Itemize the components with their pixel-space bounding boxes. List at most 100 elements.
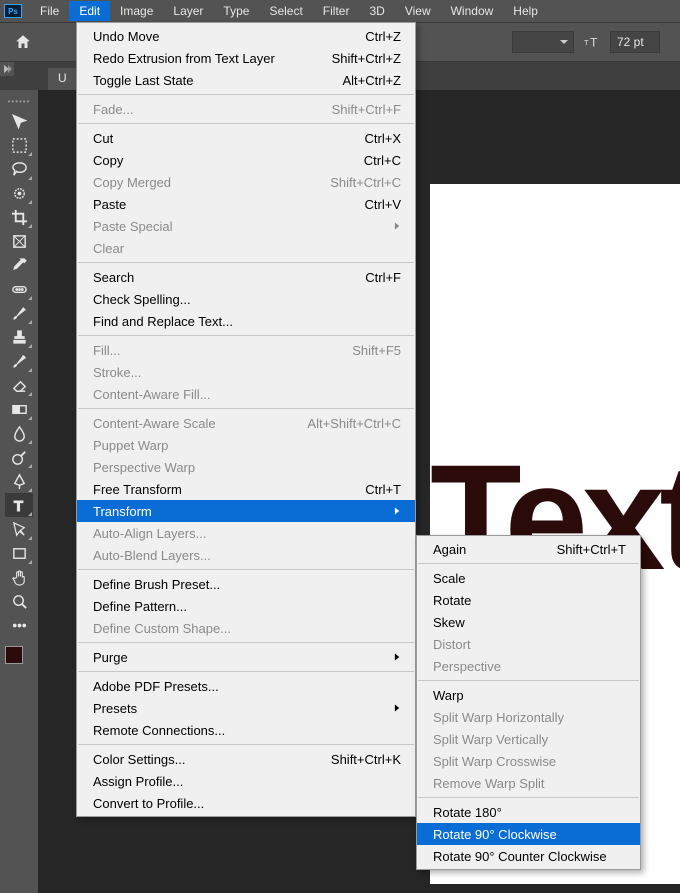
menu-3d[interactable]: 3D — [359, 1, 394, 21]
transform-warp[interactable]: Warp — [417, 684, 640, 706]
path-select-tool[interactable] — [5, 517, 33, 541]
toolbox-handle[interactable]: •••••• — [2, 96, 36, 106]
menu-edit[interactable]: Edit — [69, 1, 110, 21]
quick-select-tool[interactable] — [5, 181, 33, 205]
transform-distort: Distort — [417, 633, 640, 655]
menu-item-label: Split Warp Vertically — [433, 732, 626, 747]
rectangle-tool[interactable] — [5, 541, 33, 565]
edit-auto-align-layers: Auto-Align Layers... — [77, 522, 415, 544]
eyedropper-tool[interactable] — [5, 253, 33, 277]
dodge-tool[interactable] — [5, 445, 33, 469]
edit-define-brush-preset[interactable]: Define Brush Preset... — [77, 573, 415, 595]
menu-help[interactable]: Help — [503, 1, 548, 21]
toolbox: •••••• T — [0, 90, 38, 674]
edit-copy-merged: Copy MergedShift+Ctrl+C — [77, 171, 415, 193]
gradient-tool[interactable] — [5, 397, 33, 421]
transform-scale[interactable]: Scale — [417, 567, 640, 589]
menu-layer[interactable]: Layer — [163, 1, 213, 21]
menu-item-label: Warp — [433, 688, 626, 703]
blur-tool[interactable] — [5, 421, 33, 445]
edit-check-spelling[interactable]: Check Spelling... — [77, 288, 415, 310]
stamp-tool[interactable] — [5, 325, 33, 349]
frame-tool[interactable] — [5, 229, 33, 253]
eraser-tool[interactable] — [5, 373, 33, 397]
edit-content-aware-fill: Content-Aware Fill... — [77, 383, 415, 405]
expand-panels-toggle[interactable] — [0, 62, 14, 76]
edit-copy[interactable]: CopyCtrl+C — [77, 149, 415, 171]
edit-content-aware-scale: Content-Aware ScaleAlt+Shift+Ctrl+C — [77, 412, 415, 434]
menu-item-shortcut: Shift+Ctrl+C — [330, 175, 401, 190]
transform-again[interactable]: AgainShift+Ctrl+T — [417, 538, 640, 560]
menu-item-shortcut: Alt+Ctrl+Z — [342, 73, 401, 88]
edit-presets[interactable]: Presets — [77, 697, 415, 719]
edit-transform[interactable]: Transform — [77, 500, 415, 522]
edit-adobe-pdf-presets[interactable]: Adobe PDF Presets... — [77, 675, 415, 697]
edit-perspective-warp: Perspective Warp — [77, 456, 415, 478]
menu-item-label: Distort — [433, 637, 626, 652]
edit-fill: Fill...Shift+F5 — [77, 339, 415, 361]
edit-color-settings[interactable]: Color Settings...Shift+Ctrl+K — [77, 748, 415, 770]
edit-auto-blend-layers: Auto-Blend Layers... — [77, 544, 415, 566]
transform-skew[interactable]: Skew — [417, 611, 640, 633]
anti-alias-select[interactable] — [512, 31, 574, 53]
edit-define-custom-shape: Define Custom Shape... — [77, 617, 415, 639]
lasso-tool[interactable] — [5, 157, 33, 181]
edit-convert-to-profile[interactable]: Convert to Profile... — [77, 792, 415, 814]
transform-remove-warp-split: Remove Warp Split — [417, 772, 640, 794]
menu-filter[interactable]: Filter — [313, 1, 360, 21]
menu-item-label: Rotate 90° Clockwise — [433, 827, 626, 842]
brush-tool[interactable] — [5, 301, 33, 325]
transform-rotate-90-clockwise[interactable]: Rotate 90° Clockwise — [417, 823, 640, 845]
history-brush-tool[interactable] — [5, 349, 33, 373]
menu-image[interactable]: Image — [110, 1, 163, 21]
marquee-tool[interactable] — [5, 133, 33, 157]
menu-item-label: Fill... — [93, 343, 312, 358]
document-tab[interactable]: U — [48, 68, 77, 90]
healing-brush-tool[interactable] — [5, 277, 33, 301]
move-tool[interactable] — [5, 109, 33, 133]
crop-tool[interactable] — [5, 205, 33, 229]
transform-submenu: AgainShift+Ctrl+TScaleRotateSkewDistortP… — [416, 535, 641, 870]
menu-item-label: Perspective Warp — [93, 460, 401, 475]
edit-redo-extrusion-from-text-layer[interactable]: Redo Extrusion from Text LayerShift+Ctrl… — [77, 47, 415, 69]
edit-define-pattern[interactable]: Define Pattern... — [77, 595, 415, 617]
transform-rotate-180[interactable]: Rotate 180° — [417, 801, 640, 823]
transform-rotate-90-counter-clockwise[interactable]: Rotate 90° Counter Clockwise — [417, 845, 640, 867]
edit-cut[interactable]: CutCtrl+X — [77, 127, 415, 149]
edit-assign-profile[interactable]: Assign Profile... — [77, 770, 415, 792]
menu-item-label: Auto-Blend Layers... — [93, 548, 401, 563]
type-tool[interactable]: T — [5, 493, 33, 517]
edit-search[interactable]: SearchCtrl+F — [77, 266, 415, 288]
menu-view[interactable]: View — [395, 1, 441, 21]
menu-select[interactable]: Select — [259, 1, 312, 21]
svg-text:T: T — [590, 36, 598, 50]
edit-find-and-replace-text[interactable]: Find and Replace Text... — [77, 310, 415, 332]
edit-clear: Clear — [77, 237, 415, 259]
zoom-tool[interactable] — [5, 589, 33, 613]
menu-file[interactable]: File — [30, 1, 69, 21]
edit-toolbar[interactable] — [5, 613, 33, 637]
menu-item-shortcut: Shift+Ctrl+T — [557, 542, 626, 557]
font-size-input[interactable]: 72 pt — [610, 31, 660, 53]
svg-text:T: T — [584, 38, 589, 47]
edit-remote-connections[interactable]: Remote Connections... — [77, 719, 415, 741]
home-button[interactable] — [8, 28, 38, 56]
menu-window[interactable]: Window — [441, 1, 504, 21]
color-swatches[interactable] — [5, 646, 33, 674]
menu-item-label: Remote Connections... — [93, 723, 401, 738]
transform-rotate[interactable]: Rotate — [417, 589, 640, 611]
edit-paste-special: Paste Special — [77, 215, 415, 237]
menu-item-label: Cut — [93, 131, 325, 146]
edit-undo-move[interactable]: Undo MoveCtrl+Z — [77, 25, 415, 47]
foreground-swatch[interactable] — [5, 646, 23, 664]
edit-free-transform[interactable]: Free TransformCtrl+T — [77, 478, 415, 500]
menu-type[interactable]: Type — [213, 1, 259, 21]
pen-tool[interactable] — [5, 469, 33, 493]
menu-item-label: Paste Special — [93, 219, 353, 234]
edit-purge[interactable]: Purge — [77, 646, 415, 668]
hand-tool[interactable] — [5, 565, 33, 589]
menu-item-label: Paste — [93, 197, 325, 212]
edit-toggle-last-state[interactable]: Toggle Last StateAlt+Ctrl+Z — [77, 69, 415, 91]
submenu-arrow-icon — [393, 221, 401, 231]
edit-paste[interactable]: PasteCtrl+V — [77, 193, 415, 215]
